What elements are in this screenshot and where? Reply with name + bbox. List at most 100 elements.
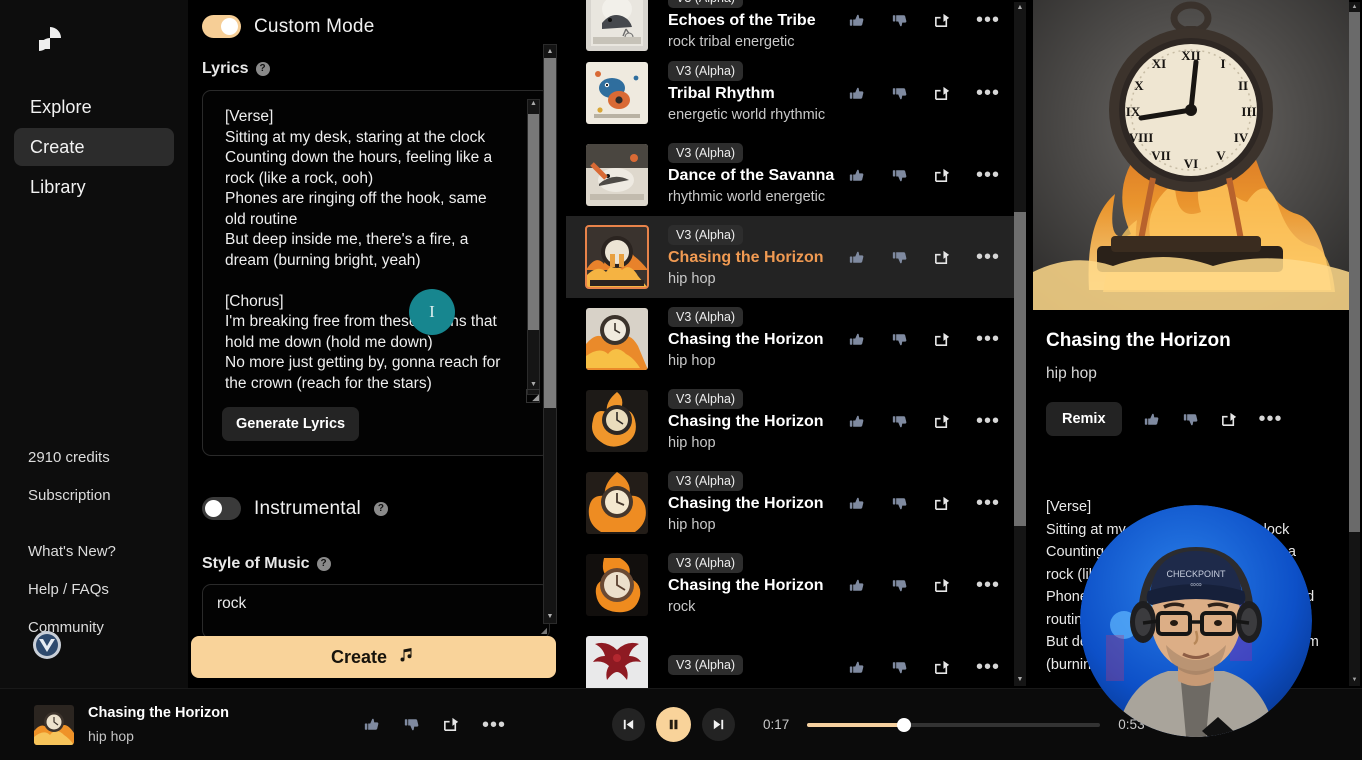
song-title[interactable]: Dance of the Savanna <box>668 166 847 186</box>
share-icon[interactable] <box>933 84 952 103</box>
detail-scrollbar[interactable]: ▲ ▼ <box>1349 2 1360 686</box>
thumbs-up-icon[interactable] <box>847 330 866 349</box>
song-title[interactable]: Chasing the Horizon <box>668 576 847 596</box>
question-mark-icon[interactable]: ? <box>316 557 331 571</box>
share-icon[interactable] <box>933 248 952 267</box>
suno-logo[interactable] <box>28 18 72 62</box>
remix-button[interactable]: Remix <box>1046 402 1122 436</box>
scroll-down-arrow-icon[interactable]: ▼ <box>1349 675 1360 686</box>
more-options-icon[interactable]: ••• <box>976 165 1000 185</box>
sidebar-item-library[interactable]: Library <box>14 168 174 206</box>
lyrics-scrollbar[interactable]: ▲ ▼ <box>527 99 540 395</box>
lyrics-textarea[interactable]: [Verse] Sitting at my desk, staring at t… <box>225 107 517 393</box>
community-badge-icon[interactable] <box>32 630 62 660</box>
more-options-icon[interactable]: ••• <box>976 83 1000 103</box>
progress-slider[interactable] <box>807 717 1101 732</box>
share-icon[interactable] <box>442 715 461 734</box>
thumbs-down-icon[interactable] <box>890 494 909 513</box>
scroll-up-arrow-icon[interactable]: ▲ <box>1014 2 1026 14</box>
more-options-icon[interactable]: ••• <box>976 411 1000 431</box>
create-button[interactable]: Create <box>191 636 556 678</box>
scroll-down-arrow-icon[interactable]: ▼ <box>544 610 556 623</box>
song-title[interactable]: Chasing the Horizon <box>668 494 847 514</box>
thumbs-up-icon[interactable] <box>847 576 866 595</box>
share-icon[interactable] <box>933 166 952 185</box>
table-row[interactable]: V3 (Alpha) Dance of the Savanna rhythmic… <box>566 134 1024 216</box>
thumbs-down-icon[interactable] <box>890 330 909 349</box>
table-row[interactable]: V3 (Alpha) Chasing the Horizon hip hop •… <box>566 462 1024 544</box>
more-options-icon[interactable]: ••• <box>1259 409 1283 429</box>
style-of-music-input[interactable]: rock <box>217 595 535 613</box>
thumbs-down-icon[interactable] <box>1181 410 1200 429</box>
skip-previous-icon[interactable] <box>612 708 646 741</box>
sidebar-item-explore[interactable]: Explore <box>14 88 174 126</box>
pause-icon[interactable] <box>656 707 692 742</box>
song-title[interactable]: Chasing the Horizon <box>668 412 847 432</box>
table-row[interactable]: V3 (Alpha) Chasing the Horizon hip hop •… <box>566 298 1024 380</box>
thumbs-down-icon[interactable] <box>890 84 909 103</box>
song-title[interactable]: Chasing the Horizon <box>668 330 847 350</box>
help-faqs-link[interactable]: Help / FAQs <box>28 580 188 599</box>
sidebar-item-create[interactable]: Create <box>14 128 174 166</box>
share-icon[interactable] <box>933 658 952 677</box>
thumbs-down-icon[interactable] <box>890 658 909 677</box>
share-icon[interactable] <box>1220 410 1239 429</box>
more-options-icon[interactable]: ••• <box>976 493 1000 513</box>
table-row[interactable]: V3 (Alpha) ••• <box>566 626 1024 688</box>
style-resize-handle[interactable]: ◢ <box>536 625 547 636</box>
thumbs-down-icon[interactable] <box>402 715 421 734</box>
more-options-icon[interactable]: ••• <box>976 329 1000 349</box>
share-icon[interactable] <box>933 412 952 431</box>
scroll-thumb[interactable] <box>544 58 556 408</box>
thumbs-down-icon[interactable] <box>890 576 909 595</box>
more-options-icon[interactable]: ••• <box>976 575 1000 595</box>
instrumental-toggle[interactable] <box>202 497 241 520</box>
progress-handle[interactable] <box>896 717 911 732</box>
thumbs-down-icon[interactable] <box>890 11 909 30</box>
thumbs-up-icon[interactable] <box>847 166 866 185</box>
share-icon[interactable] <box>933 11 952 30</box>
table-row[interactable]: V3 (Alpha) Chasing the Horizon rock ••• <box>566 544 1024 626</box>
thumbs-up-icon[interactable] <box>847 248 866 267</box>
thumbs-up-icon[interactable] <box>847 658 866 677</box>
custom-mode-toggle[interactable] <box>202 15 241 38</box>
song-artwork[interactable] <box>585 225 649 289</box>
scroll-up-arrow-icon[interactable]: ▲ <box>544 45 556 58</box>
more-options-icon[interactable]: ••• <box>976 247 1000 267</box>
thumbs-up-icon[interactable] <box>847 494 866 513</box>
thumbs-down-icon[interactable] <box>890 412 909 431</box>
thumbs-up-icon[interactable] <box>847 412 866 431</box>
lyrics-field-container[interactable]: [Verse] Sitting at my desk, staring at t… <box>202 90 550 456</box>
whats-new-link[interactable]: What's New? <box>28 542 188 561</box>
thumbs-up-icon[interactable] <box>847 11 866 30</box>
scroll-up-arrow-icon[interactable]: ▲ <box>528 100 539 113</box>
more-options-icon[interactable]: ••• <box>976 10 1000 30</box>
table-row[interactable]: V3 (Alpha) Echoes of the Tribe rock trib… <box>566 0 1024 52</box>
table-row-selected[interactable]: V3 (Alpha) Chasing the Horizon hip hop •… <box>566 216 1024 298</box>
scroll-thumb[interactable] <box>1349 12 1360 532</box>
song-title[interactable]: Echoes of the Tribe <box>668 11 847 31</box>
song-list-scrollbar[interactable]: ▲ ▼ <box>1014 2 1026 686</box>
style-field-container[interactable]: rock ◢ <box>202 584 550 639</box>
more-options-icon[interactable]: ••• <box>482 715 506 735</box>
thumbs-up-icon[interactable] <box>362 715 381 734</box>
thumbs-down-icon[interactable] <box>890 166 909 185</box>
scroll-thumb[interactable] <box>528 114 539 330</box>
thumbs-down-icon[interactable] <box>890 248 909 267</box>
skip-next-icon[interactable] <box>702 708 736 741</box>
share-icon[interactable] <box>933 330 952 349</box>
subscription-link[interactable]: Subscription <box>28 486 188 505</box>
scroll-down-arrow-icon[interactable]: ▼ <box>1014 674 1026 686</box>
scroll-thumb[interactable] <box>1014 212 1026 526</box>
song-title[interactable]: Chasing the Horizon <box>668 248 847 268</box>
question-mark-icon[interactable]: ? <box>255 62 270 76</box>
share-icon[interactable] <box>933 494 952 513</box>
thumbs-up-icon[interactable] <box>1142 410 1161 429</box>
lyrics-resize-handle[interactable]: ◢ <box>526 389 540 403</box>
share-icon[interactable] <box>933 576 952 595</box>
create-panel-scrollbar[interactable]: ▲ ▼ <box>543 44 557 624</box>
generate-lyrics-button[interactable]: Generate Lyrics <box>222 407 360 441</box>
table-row[interactable]: V3 (Alpha) Tribal Rhythm energetic world… <box>566 52 1024 134</box>
question-mark-icon[interactable]: ? <box>373 501 388 516</box>
more-options-icon[interactable]: ••• <box>976 657 1000 677</box>
